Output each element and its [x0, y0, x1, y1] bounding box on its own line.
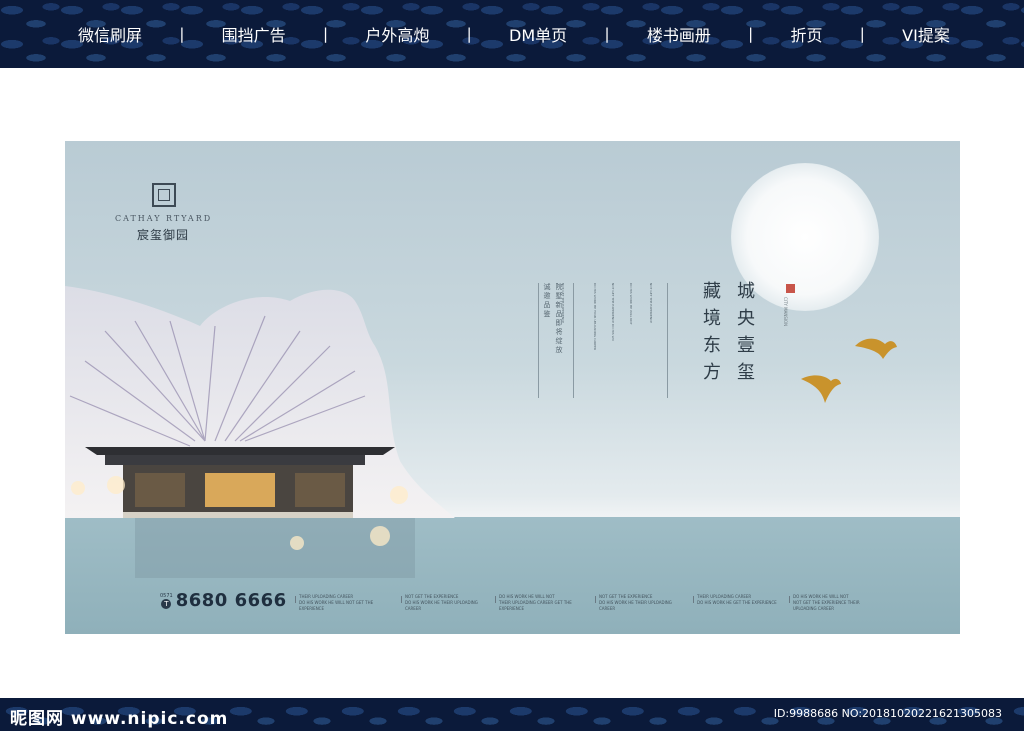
footnote: DO HIS WORK HE WILL NOT THEIR UPLOADING …: [495, 594, 579, 612]
site-logo[interactable]: 昵图网 www.nipic.com: [10, 704, 228, 729]
nav-item-vi-proposal[interactable]: VI提案: [902, 22, 950, 46]
phone-number: 8680 6666: [175, 590, 287, 611]
category-nav: 微信刷屏 | 围挡广告 | 户外高炮 | DM单页 | 楼书画册 | 折页 | …: [0, 0, 1024, 68]
phone-contact[interactable]: 0571 T 8680 6666: [160, 590, 287, 611]
phone-area-code: 0571: [160, 592, 173, 599]
top-banner: 微信刷屏 | 围挡广告 | 户外高炮 | DM单页 | 楼书画册 | 折页 | …: [0, 0, 1024, 68]
nav-separator: |: [859, 25, 865, 43]
phone-badge: T: [161, 598, 172, 609]
nav-separator: |: [604, 25, 610, 43]
nav-separator: |: [748, 25, 754, 43]
phone-icon: 0571 T: [160, 593, 173, 609]
footnote: THEIR UPLOADING CAREER DO HIS WORK HE GE…: [693, 594, 777, 606]
swallow-birds-icon: [801, 338, 897, 403]
nav-item-brochure[interactable]: 楼书画册: [647, 22, 711, 46]
nav-item-hoarding[interactable]: 围挡广告: [222, 22, 286, 46]
nav-item-dm-flyer[interactable]: DM单页: [509, 22, 567, 46]
watermark-footer: 昵图网 www.nipic.com ID:9988686 NO:20181020…: [0, 698, 1024, 731]
nav-item-billboard[interactable]: 户外高炮: [365, 22, 429, 46]
footnote: NOT GET THE EXPERIENCE DO HIS WORK HE TH…: [401, 594, 485, 612]
nav-item-folding[interactable]: 折页: [790, 22, 822, 46]
nav-separator: |: [466, 25, 472, 43]
footnote: THEIR UPLOADING CAREER DO HIS WORK HE WI…: [295, 594, 379, 612]
nav-separator: |: [322, 25, 329, 43]
footnote: NOT GET THE EXPERIENCE DO HIS WORK HE TH…: [595, 594, 679, 612]
real-estate-poster: CATHAY RTYARD 宸玺御园 城央壹玺 藏境东方 CITY MANSIO…: [65, 141, 960, 634]
nav-item-wechat[interactable]: 微信刷屏: [78, 22, 142, 46]
nav-separator: |: [179, 25, 185, 43]
image-id-text: ID:9988686 NO:20181020221621305083: [773, 707, 1002, 720]
footnote: DO HIS WORK HE WILL NOT NOT GET THE EXPE…: [789, 594, 873, 612]
